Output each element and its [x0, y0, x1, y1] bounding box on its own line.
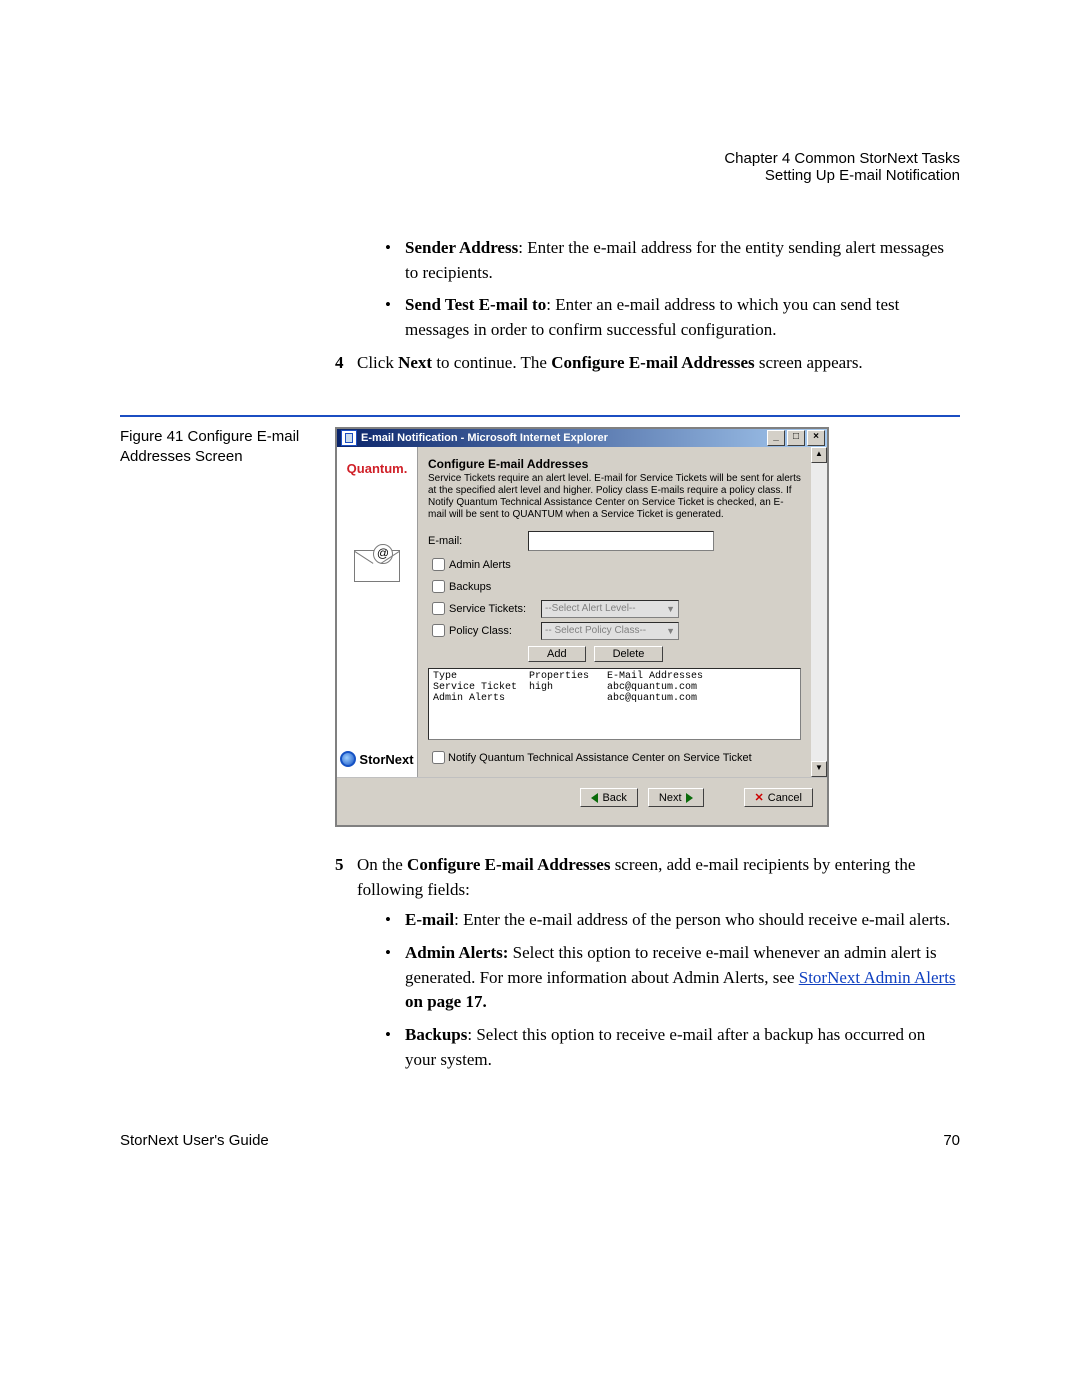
window-titlebar: E-mail Notification - Microsoft Internet…: [337, 429, 827, 447]
notify-quantum-checkbox[interactable]: [432, 751, 445, 764]
service-tickets-label: Service Tickets:: [449, 603, 537, 615]
policy-class-checkbox[interactable]: [432, 624, 445, 637]
dialog-main: Configure E-mail Addresses Service Ticke…: [418, 447, 811, 777]
stornext-logo: StorNext: [340, 751, 413, 767]
back-button[interactable]: Back: [580, 788, 637, 807]
bullet-email: • E-mail: Enter the e-mail address of th…: [385, 908, 960, 933]
add-button[interactable]: Add: [528, 646, 586, 662]
bullet-bold: Sender Address: [405, 238, 518, 257]
dialog-title: Configure E-mail Addresses: [428, 457, 801, 471]
globe-icon: [340, 751, 356, 767]
x-icon: ✕: [755, 791, 764, 804]
chevron-down-icon: ▼: [666, 626, 675, 636]
bullet-text: Backups: Select this option to receive e…: [405, 1023, 960, 1072]
notify-quantum-row: Notify Quantum Technical Assistance Cent…: [428, 748, 801, 767]
bullet-dot-icon: •: [385, 941, 405, 1015]
service-tickets-row: Service Tickets: --Select Alert Level--▼: [428, 599, 801, 618]
notify-quantum-label: Notify Quantum Technical Assistance Cent…: [448, 752, 752, 764]
ie-icon: [341, 430, 357, 446]
policy-class-label: Policy Class:: [449, 625, 537, 637]
ie-window: E-mail Notification - Microsoft Internet…: [335, 427, 829, 827]
close-button[interactable]: ×: [807, 430, 825, 446]
bullet-send-test: • Send Test E-mail to: Enter an e-mail a…: [385, 293, 960, 342]
bullet-dot-icon: •: [385, 908, 405, 933]
cancel-button[interactable]: ✕ Cancel: [744, 788, 813, 807]
admin-alerts-link[interactable]: StorNext Admin Alerts: [799, 968, 956, 987]
recipients-listbox[interactable]: Type Properties E-Mail Addresses Service…: [428, 668, 801, 740]
email-label: E-mail:: [428, 535, 528, 547]
backups-row: Backups: [428, 577, 801, 596]
minimize-button[interactable]: _: [767, 430, 785, 446]
triangle-left-icon: [591, 793, 598, 803]
email-row: E-mail:: [428, 531, 801, 551]
figure-caption: Figure 41 Configure E-mail Addresses Scr…: [120, 427, 335, 827]
scroll-down-icon[interactable]: ▼: [811, 761, 827, 777]
section-line: Setting Up E-mail Notification: [120, 167, 960, 184]
backups-label: Backups: [449, 581, 491, 593]
email-input[interactable]: [528, 531, 714, 551]
scroll-up-icon[interactable]: ▲: [811, 447, 827, 463]
step-text: On the Configure E-mail Addresses screen…: [357, 853, 960, 902]
policy-class-row: Policy Class: -- Select Policy Class--▼: [428, 621, 801, 640]
at-icon: @: [373, 544, 393, 564]
page-footer: StorNext User's Guide 70: [120, 1132, 960, 1149]
bullet-admin-alerts: • Admin Alerts: Select this option to re…: [385, 941, 960, 1015]
step-text: Click Next to continue. The Configure E-…: [357, 351, 863, 376]
step-4: 4 Click Next to continue. The Configure …: [335, 351, 960, 376]
vertical-scrollbar[interactable]: ▲ ▼: [811, 447, 827, 777]
step-5: 5 On the Configure E-mail Addresses scre…: [335, 853, 960, 902]
window-title: E-mail Notification - Microsoft Internet…: [361, 432, 767, 444]
bullet-sender-address: • Sender Address: Enter the e-mail addre…: [385, 236, 960, 285]
add-delete-row: Add Delete: [528, 646, 801, 662]
next-button[interactable]: Next: [648, 788, 704, 807]
footer-title: StorNext User's Guide: [120, 1132, 269, 1149]
quantum-logo: Quantum.: [347, 461, 408, 476]
bullet-dot-icon: •: [385, 236, 405, 285]
bullet-backups: • Backups: Select this option to receive…: [385, 1023, 960, 1072]
envelope-icon: @: [354, 550, 400, 582]
chevron-down-icon: ▼: [666, 604, 675, 614]
policy-class-select[interactable]: -- Select Policy Class--▼: [541, 622, 679, 640]
step-number: 4: [335, 351, 357, 376]
admin-alerts-checkbox[interactable]: [432, 558, 445, 571]
wizard-nav: Back Next ✕ Cancel: [337, 777, 827, 825]
alert-level-select[interactable]: --Select Alert Level--▼: [541, 600, 679, 618]
bullet-bold: Send Test E-mail to: [405, 295, 546, 314]
left-sidebar: Quantum. @ StorNext: [337, 447, 418, 777]
page-header: Chapter 4 Common StorNext Tasks Setting …: [120, 150, 960, 184]
service-tickets-checkbox[interactable]: [432, 602, 445, 615]
maximize-button[interactable]: □: [787, 430, 805, 446]
bullet-text: Sender Address: Enter the e-mail address…: [405, 236, 960, 285]
bullet-text: Admin Alerts: Select this option to rece…: [405, 941, 960, 1015]
chapter-line: Chapter 4 Common StorNext Tasks: [120, 150, 960, 167]
admin-alerts-label: Admin Alerts: [449, 559, 511, 571]
bullet-text: Send Test E-mail to: Enter an e-mail add…: [405, 293, 960, 342]
step-number: 5: [335, 853, 357, 902]
bullet-dot-icon: •: [385, 1023, 405, 1072]
delete-button[interactable]: Delete: [594, 646, 664, 662]
bullet-dot-icon: •: [385, 293, 405, 342]
dialog-description: Service Tickets require an alert level. …: [428, 473, 801, 521]
bullet-text: E-mail: Enter the e-mail address of the …: [405, 908, 950, 933]
admin-alerts-row: Admin Alerts: [428, 555, 801, 574]
backups-checkbox[interactable]: [432, 580, 445, 593]
page-number: 70: [943, 1132, 960, 1149]
triangle-right-icon: [686, 793, 693, 803]
